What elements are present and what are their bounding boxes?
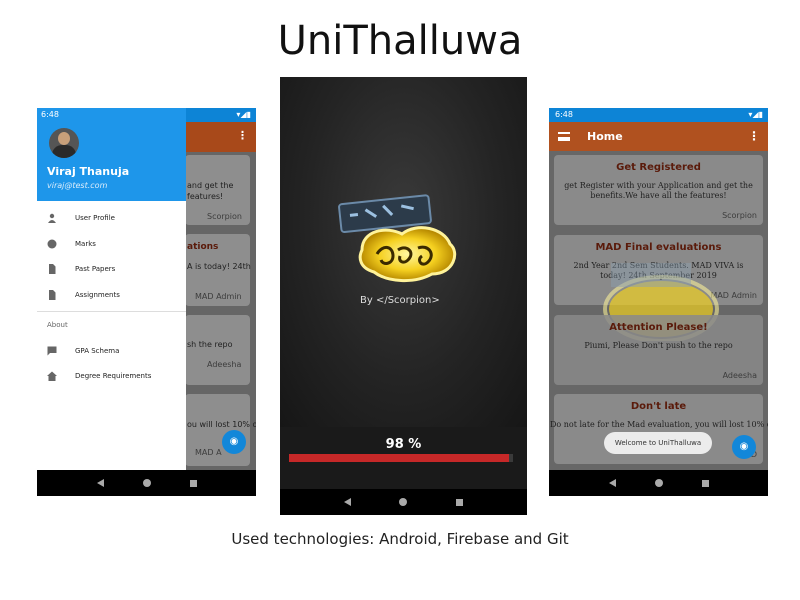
notice-card-body: get Register with your Application and g… [564, 181, 753, 200]
menu-item-label: User Profile [75, 214, 115, 222]
menu-item-past-papers[interactable]: Past Papers [37, 259, 186, 279]
status-time: 6:48 [41, 110, 59, 119]
progress-percent-label: 98 % [385, 437, 422, 452]
background-card-text: ou will lost 10% of [187, 420, 256, 429]
notice-card-title: MAD Final evaluations [595, 242, 722, 253]
nav-recents-icon[interactable] [455, 498, 463, 506]
notice-card-signature: Adeesha [722, 371, 757, 380]
background-card-text: features! [187, 192, 224, 201]
page-title: UniThalluwa [277, 18, 523, 64]
notice-card[interactable]: Get Registered get Register with your Ap… [554, 155, 763, 225]
home-icon [47, 371, 57, 381]
drawer-user-email: viraj@test.com [47, 181, 108, 190]
chat-icon [47, 346, 57, 356]
menu-item-assignments[interactable]: Assignments [37, 285, 186, 305]
splash-byline: By </Scorpion> [360, 295, 440, 306]
background-card-signature: MAD Admin [195, 292, 242, 301]
chat-fab-button[interactable]: ◉ [732, 435, 756, 459]
notice-card[interactable]: Attention Please! Piumi, Please Don't pu… [554, 315, 763, 385]
welcome-toast: Welcome to UniThalluwa [604, 432, 712, 454]
menu-item-gpa-schema[interactable]: GPA Schema [37, 341, 186, 361]
drawer-header: 6:48 Viraj Thanuja viraj@test.com [37, 108, 186, 201]
progress-bar-fill [289, 454, 509, 462]
overflow-menu-icon: ⋮ [237, 129, 248, 142]
notice-card-body: Piumi, Please Don't push to the repo [584, 341, 733, 350]
status-icons: ▾◢▮ [236, 110, 251, 119]
menu-divider [37, 311, 186, 312]
system-nav-bar [37, 470, 256, 496]
notice-card-title: Don't late [630, 401, 687, 412]
menu-item-label: Past Papers [75, 265, 116, 273]
app-logo-icon [338, 194, 456, 283]
menu-icon[interactable] [558, 132, 570, 141]
system-nav-bar [280, 489, 527, 515]
nav-back-icon[interactable] [96, 479, 104, 487]
document-icon [49, 290, 56, 300]
background-card-signature: MAD A [195, 448, 222, 457]
phone-drawer-screen: 6:48 ▾◢▮ ⋮ and get the features! Scorpio… [37, 108, 256, 496]
background-card-text: sh the repo [187, 340, 233, 349]
notice-card-body: Do not late for the Mad evaluation, you … [550, 420, 768, 429]
document-icon [49, 264, 56, 274]
avatar[interactable] [49, 128, 79, 158]
circle-icon [47, 239, 57, 249]
background-card-text: and get the [187, 181, 234, 190]
status-time: 6:48 [555, 110, 573, 119]
menu-item-degree-requirements[interactable]: Degree Requirements [37, 366, 186, 386]
person-icon [48, 213, 56, 223]
nav-recents-icon[interactable] [701, 479, 709, 487]
notice-card-title: Attention Please! [609, 322, 708, 333]
app-bar: Home ⋮ [549, 122, 768, 151]
menu-item-label: Assignments [75, 291, 120, 299]
menu-item-label: GPA Schema [75, 347, 120, 355]
progress-bar [289, 454, 513, 462]
system-nav-bar [549, 470, 768, 496]
app-bar-title: Home [587, 130, 623, 143]
phone-home-screen: 6:48 ▾◢▮ Home ⋮ Get Registered get Regis… [549, 108, 768, 496]
nav-home-icon[interactable] [142, 479, 151, 487]
navigation-drawer: 6:48 Viraj Thanuja viraj@test.com User P… [37, 108, 186, 470]
notice-card-signature: Scorpion [722, 211, 757, 220]
avatar-head [58, 132, 70, 145]
overflow-menu-icon[interactable]: ⋮ [748, 129, 760, 143]
menu-item-marks[interactable]: Marks [37, 234, 186, 254]
avatar-body [52, 145, 76, 158]
background-card-text: A is today! 24th [187, 262, 251, 271]
menu-item-label: Degree Requirements [75, 372, 152, 380]
caption-technologies: Used technologies: Android, Firebase and… [231, 530, 569, 548]
drawer-user-name: Viraj Thanuja [47, 165, 130, 178]
nav-back-icon[interactable] [608, 479, 616, 487]
nav-home-icon[interactable] [399, 498, 408, 506]
background-card-signature: Scorpion [207, 212, 242, 221]
notice-card-title: Get Registered [616, 162, 701, 173]
nav-recents-icon[interactable] [189, 479, 197, 487]
nav-home-icon[interactable] [654, 479, 663, 487]
chat-fab-button[interactable]: ◉ [222, 430, 246, 454]
menu-item-user-profile[interactable]: User Profile [37, 208, 186, 228]
menu-item-label: Marks [75, 240, 96, 248]
background-card-signature: Adeesha [207, 360, 242, 369]
status-icons: ▾◢▮ [748, 110, 763, 119]
menu-section-about: About [47, 321, 68, 329]
background-card-title: ations [187, 242, 219, 252]
nav-back-icon[interactable] [344, 498, 352, 506]
background-card [185, 315, 250, 385]
status-bar: 6:48 ▾◢▮ [549, 108, 768, 122]
phone-splash-screen: By </Scorpion> 98 % [280, 77, 527, 515]
